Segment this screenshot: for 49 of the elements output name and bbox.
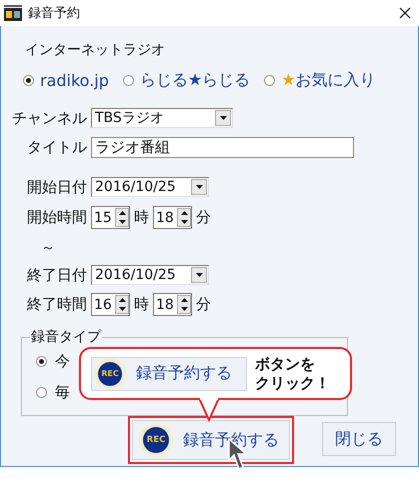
- close-button[interactable]: 閉じる: [322, 422, 396, 456]
- group-label: 録音タイプ: [30, 328, 102, 346]
- spin-arrows-icon: [177, 295, 191, 314]
- dropdown-arrow-icon: [196, 185, 202, 189]
- field-label: 終了日付: [26, 266, 87, 284]
- spin-field[interactable]: 18: [153, 293, 192, 316]
- dropdown-field[interactable]: 2016/10/25: [91, 177, 209, 197]
- range-separator: ～: [41, 239, 56, 257]
- rec-icon: REC: [143, 427, 169, 453]
- app-icon: [4, 5, 22, 21]
- radio-option[interactable]: 今: [36, 352, 70, 371]
- radio-option[interactable]: radiko.jp: [23, 71, 109, 90]
- radio-button[interactable]: [23, 75, 34, 86]
- unit-label: 時: [134, 295, 149, 314]
- window-title: 録音予約: [28, 5, 81, 22]
- spin-field[interactable]: 18: [153, 206, 192, 229]
- field-label: 開始日付: [26, 178, 87, 196]
- spin-arrows-icon: [115, 295, 129, 314]
- spin-field[interactable]: 15: [91, 206, 130, 229]
- dropdown-arrow-icon: [196, 273, 202, 277]
- callout-text: ボタンを: [255, 354, 316, 374]
- radio-button[interactable]: [122, 75, 134, 86]
- spin-field[interactable]: 16: [91, 293, 130, 316]
- dropdown-arrow-icon: [220, 116, 226, 120]
- unit-label: 分: [196, 208, 211, 227]
- radio-label: ★お気に入り: [281, 70, 376, 91]
- field-label: 終了時間: [26, 295, 87, 314]
- callout-text: クリック！: [255, 374, 330, 392]
- radio-option[interactable]: 毎: [36, 383, 70, 402]
- radio-label: 今: [55, 352, 70, 371]
- field-label: チャンネル: [11, 108, 87, 128]
- dropdown-field[interactable]: TBSラジオ: [91, 108, 233, 128]
- section-label: インターネットラジオ: [25, 41, 165, 59]
- radio-button[interactable]: [264, 75, 276, 86]
- field-label: 開始時間: [26, 208, 87, 227]
- spin-arrows-icon: [115, 208, 129, 227]
- radio-label: radiko.jp: [40, 71, 109, 90]
- spin-arrows-icon: [177, 208, 191, 227]
- radio-option[interactable]: ★お気に入り: [264, 70, 376, 91]
- radio-label: 毎: [55, 383, 70, 402]
- title-input[interactable]: ラジオ番組: [91, 137, 354, 158]
- radio-button[interactable]: [36, 356, 47, 367]
- button-label: 録音予約する: [136, 363, 232, 384]
- unit-label: 時: [134, 208, 149, 227]
- close-icon[interactable]: [399, 7, 411, 19]
- unit-label: 分: [196, 295, 211, 314]
- radio-button[interactable]: [36, 387, 47, 398]
- field-label: タイトル: [26, 138, 87, 157]
- dropdown-field[interactable]: 2016/10/25: [91, 265, 209, 285]
